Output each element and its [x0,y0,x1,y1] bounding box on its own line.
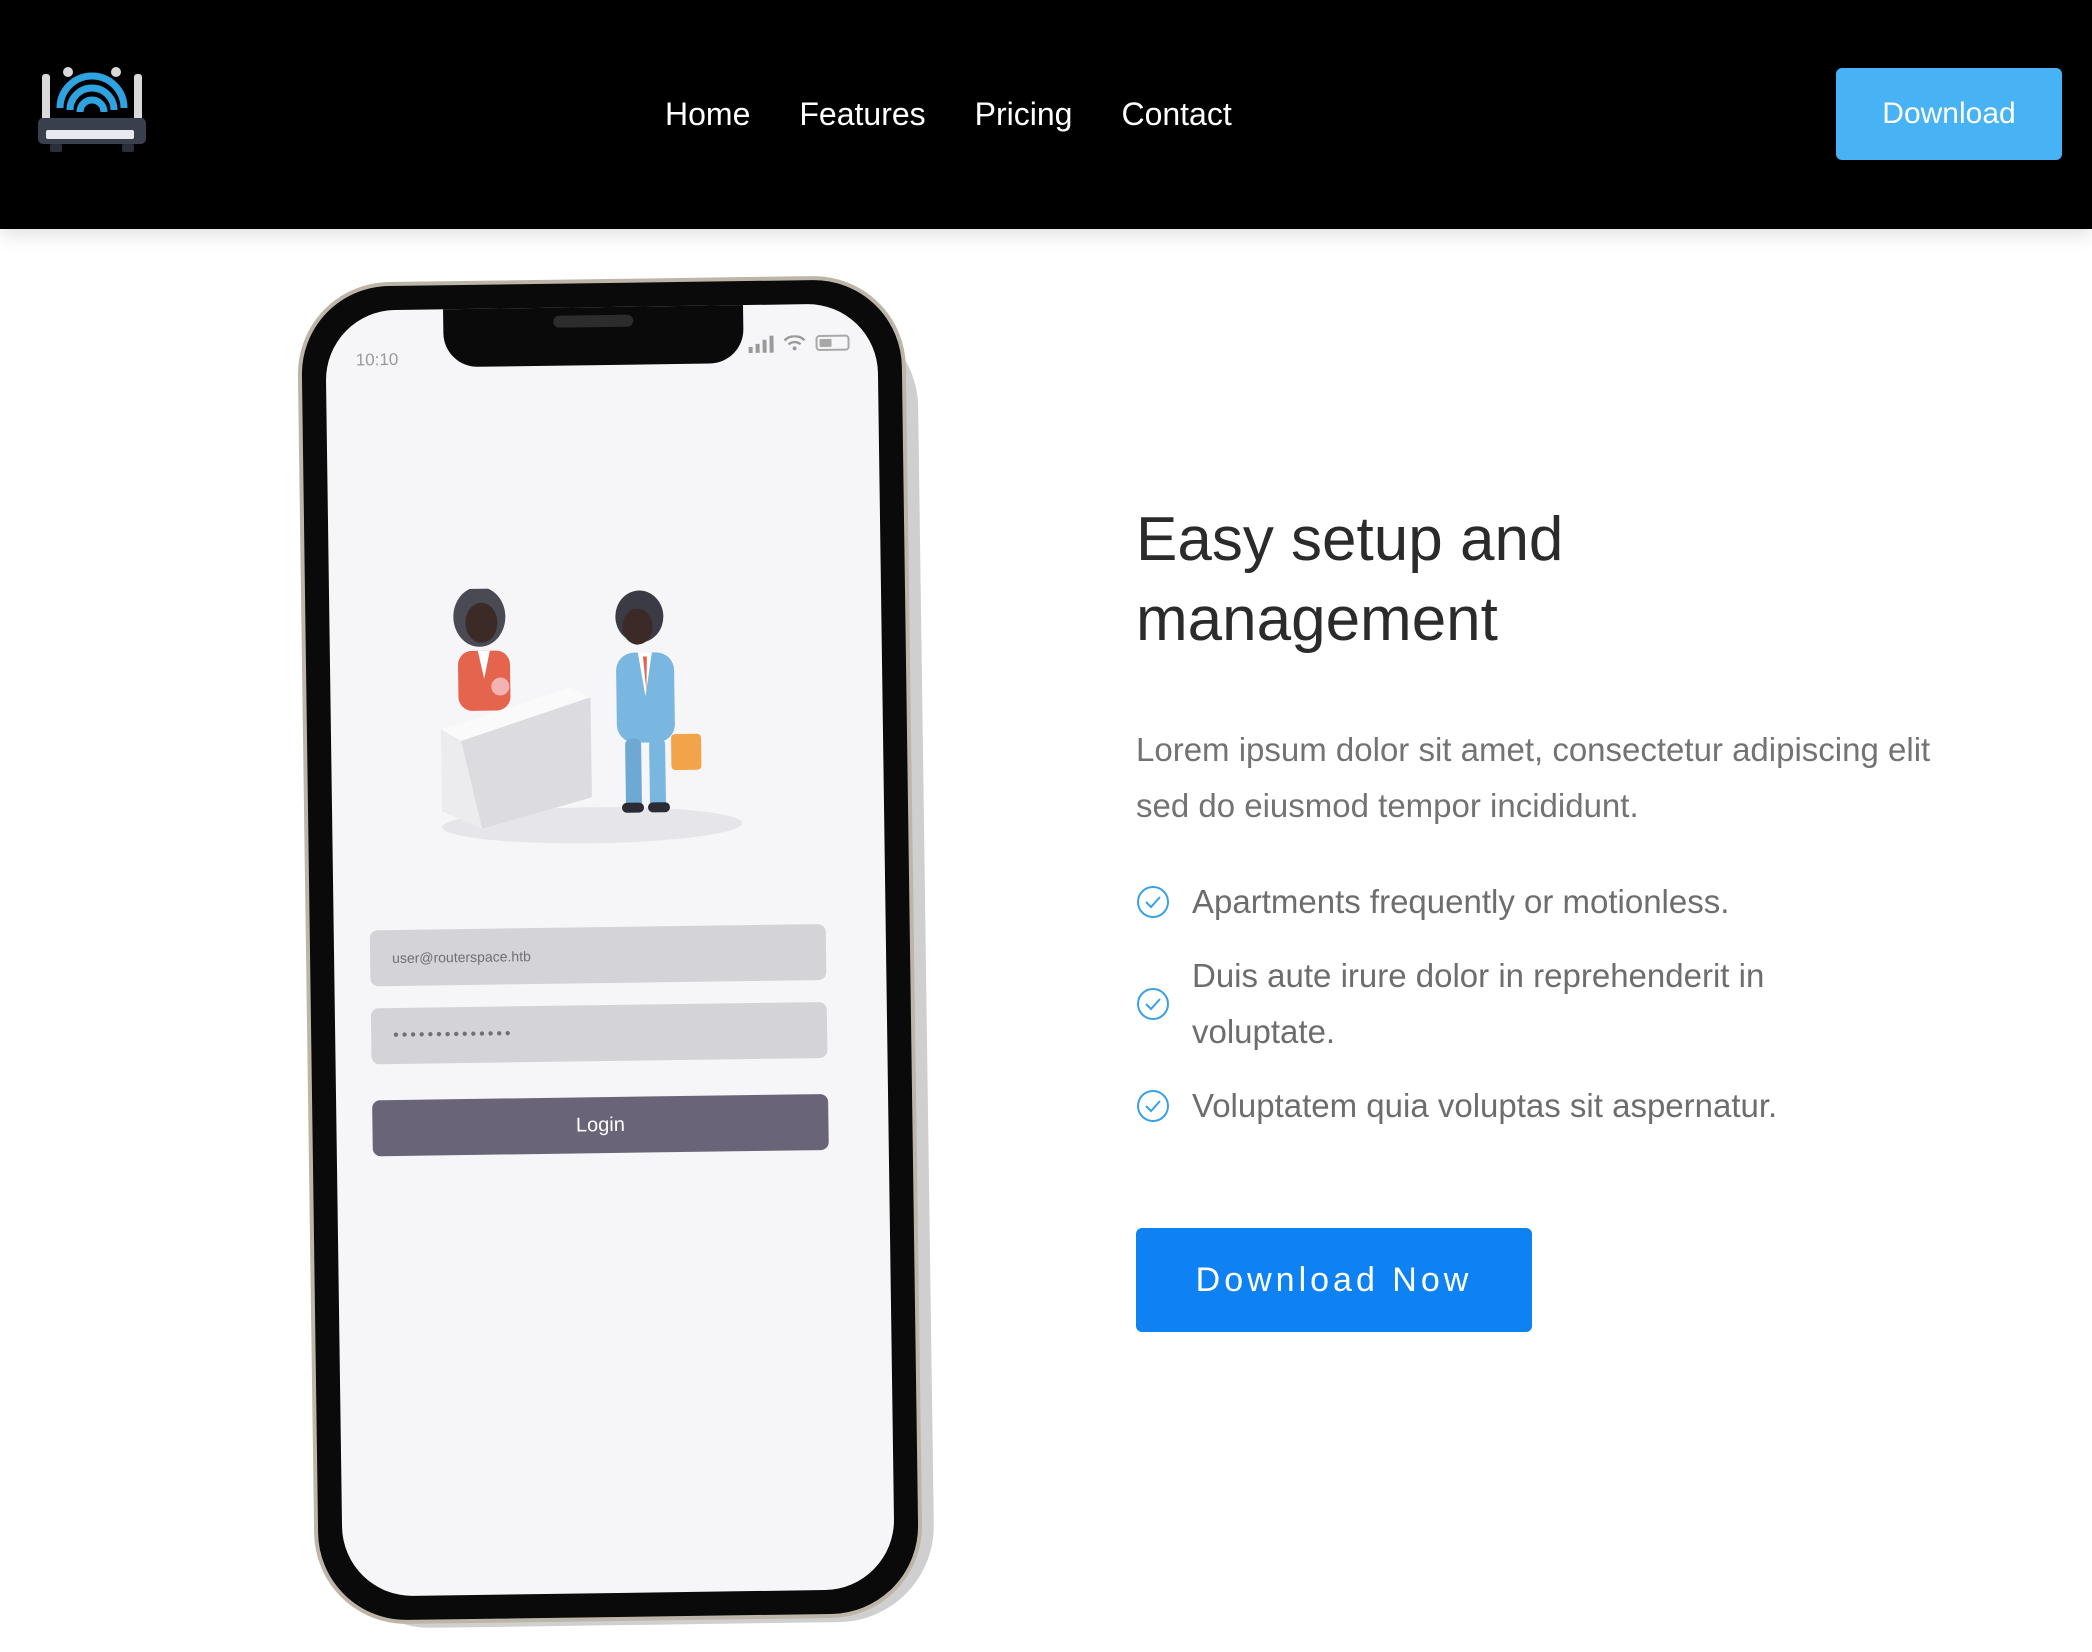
reception-illustration [440,586,743,844]
status-icons [748,334,850,354]
main-nav: Home Features Pricing Contact [665,88,1232,140]
check-circle-icon [1137,988,1169,1020]
phone-screen: 10:10 user@routerspace.htb •••••••••••••… [325,303,895,1597]
nav-home-link[interactable]: Home [665,88,750,140]
feature-item: Apartments frequently or motionless. [1136,874,1996,930]
status-time: 10:10 [355,349,399,370]
phone-mockup: 10:10 user@routerspace.htb •••••••••••••… [296,274,936,1630]
feature-item: Voluptatem quia voluptas sit aspernatur. [1136,1078,1996,1134]
header-download-button[interactable]: Download [1836,68,2062,160]
login-button[interactable]: Login [372,1093,829,1157]
hero-headline-line1: Easy setup and [1136,505,1564,574]
hero-headline-line2: management [1136,585,1498,654]
password-field[interactable]: •••••••••••••• [370,1001,828,1065]
email-field[interactable]: user@routerspace.htb [369,923,827,987]
feature-text: Apartments frequently or motionless. [1192,883,1730,920]
signal-icon [748,335,774,354]
phone-speaker [553,314,634,328]
nav-contact-link[interactable]: Contact [1121,88,1231,140]
hero-content: Easy setup and management Lorem ipsum do… [1136,500,1996,1152]
phone-notch [442,303,744,368]
hero-lead-text: Lorem ipsum dolor sit amet, consectetur … [1136,731,1931,824]
phone-frame: 10:10 user@routerspace.htb •••••••••••••… [296,274,924,1626]
battery-icon [815,334,850,352]
feature-text: Voluptatem quia voluptas sit aspernatur. [1192,1087,1778,1124]
feature-text: Duis aute irure dolor in reprehenderit i… [1192,957,1765,1050]
feature-item: Duis aute irure dolor in reprehenderit i… [1136,948,1996,1060]
site-header: Home Features Pricing Contact Download [0,0,2092,229]
check-circle-icon [1137,886,1169,918]
router-logo-icon[interactable] [36,60,148,166]
check-circle-icon [1137,1090,1169,1122]
nav-pricing-link[interactable]: Pricing [975,88,1073,140]
nav-features-link[interactable]: Features [799,88,925,140]
wifi-icon [783,335,806,351]
download-now-button[interactable]: Download Now [1136,1228,1532,1332]
hero-headline: Easy setup and management [1136,500,1736,660]
feature-list: Apartments frequently or motionless. Dui… [1136,874,1996,1134]
